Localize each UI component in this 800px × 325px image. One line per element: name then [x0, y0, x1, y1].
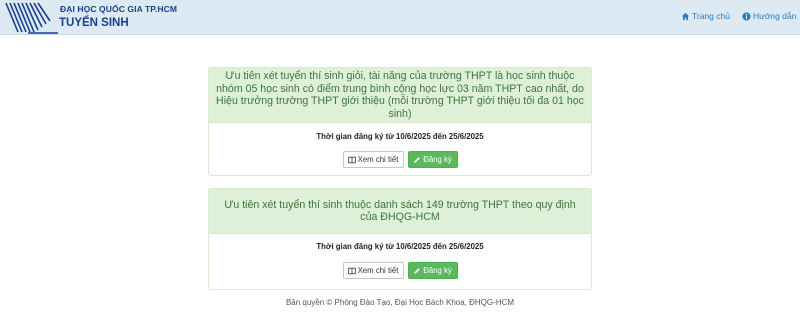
register-button[interactable]: Đăng ký: [407, 262, 458, 279]
nav-home-label: Trang chủ: [692, 11, 730, 21]
register-button[interactable]: Đăng ký: [407, 151, 458, 168]
program-actions: Xem chi tiết Đăng ký: [209, 151, 591, 168]
registration-time: Thời gian đăng ký từ 10/6/2025 đến 25/6/…: [316, 132, 484, 141]
footer-copyright: Bản quyền © Phòng Đào Tạo, Đại Học Bách …: [285, 298, 515, 307]
admission-program-card: Ưu tiên xét tuyển thí sinh giỏi, tài năn…: [208, 67, 592, 176]
book-icon: [347, 156, 356, 163]
nav-home-link[interactable]: Trang chủ: [681, 11, 730, 21]
view-details-label: Xem chi tiết: [357, 266, 399, 275]
program-actions: Xem chi tiết Đăng ký: [209, 262, 591, 279]
view-details-button[interactable]: Xem chi tiết: [342, 151, 404, 168]
home-icon: [681, 12, 690, 20]
register-label: Đăng ký: [423, 155, 452, 164]
info-icon: [742, 11, 751, 21]
registration-time: Thời gian đăng ký từ 10/6/2025 đến 25/6/…: [316, 242, 484, 251]
program-body: Thời gian đăng ký từ 10/6/2025 đến 25/6/…: [209, 242, 591, 279]
view-details-label: Xem chi tiết: [357, 155, 399, 164]
university-logo[interactable]: [0, 0, 60, 35]
program-body: Thời gian đăng ký từ 10/6/2025 đến 25/6/…: [209, 132, 591, 168]
view-details-button[interactable]: Xem chi tiết: [342, 262, 404, 279]
brand-university-name: ĐẠI HỌC QUỐC GIA TP.HCM: [60, 4, 178, 14]
book-icon: [347, 267, 356, 274]
top-navbar: ĐẠI HỌC QUỐC GIA TP.HCM TUYỂN SINH Trang…: [0, 0, 800, 35]
program-title: Ưu tiên xét tuyển thí sinh giỏi, tài năn…: [209, 68, 591, 123]
brand-title[interactable]: TUYỂN SINH: [59, 17, 129, 29]
pencil-icon: [414, 156, 420, 163]
pencil-icon: [414, 267, 420, 274]
admission-program-card: Ưu tiên xét tuyển thí sinh thuộc danh sá…: [208, 188, 592, 290]
register-label: Đăng ký: [423, 266, 452, 275]
nav-guide-link[interactable]: Hướng dẫn: [742, 11, 796, 21]
nav-guide-label: Hướng dẫn: [753, 11, 797, 21]
program-title: Ưu tiên xét tuyển thí sinh thuộc danh sá…: [209, 189, 591, 234]
